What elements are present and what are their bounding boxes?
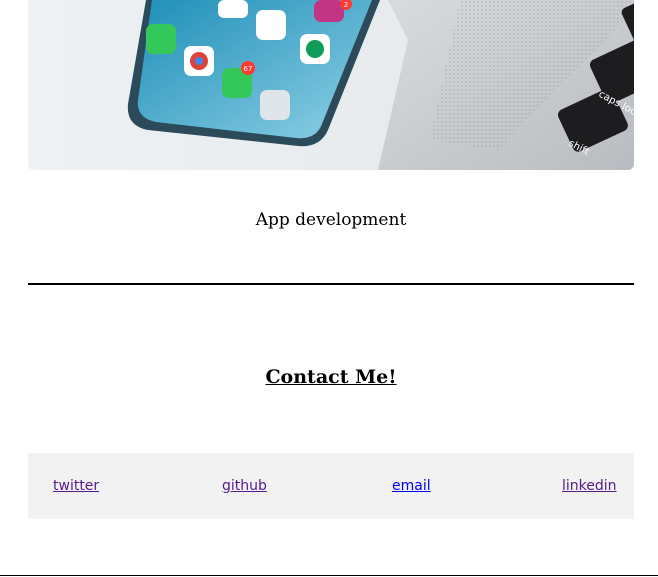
phone-laptop-photo: caps lock shift 67 2 bbox=[28, 0, 634, 170]
github-link[interactable]: github bbox=[222, 477, 267, 495]
linkedin-link[interactable]: linkedin bbox=[562, 477, 617, 495]
folder-app-icon bbox=[260, 90, 290, 120]
twitter-link[interactable]: twitter bbox=[53, 477, 99, 495]
buffer-app-icon bbox=[256, 10, 286, 40]
email-link[interactable]: email bbox=[392, 477, 431, 495]
instagram-badge: 2 bbox=[344, 1, 348, 9]
contact-links-bar: twitter github email linkedin bbox=[28, 453, 634, 519]
project-image: caps lock shift 67 2 bbox=[28, 0, 634, 170]
contact-heading: Contact Me! bbox=[265, 366, 397, 388]
day-one-app-icon bbox=[218, 0, 248, 18]
footer-divider bbox=[0, 575, 658, 576]
phone-app-icon bbox=[146, 24, 176, 54]
section-divider bbox=[28, 283, 634, 285]
project-caption: App development bbox=[255, 210, 407, 230]
instagram-app-icon bbox=[314, 0, 344, 22]
messages-badge: 67 bbox=[244, 65, 253, 73]
